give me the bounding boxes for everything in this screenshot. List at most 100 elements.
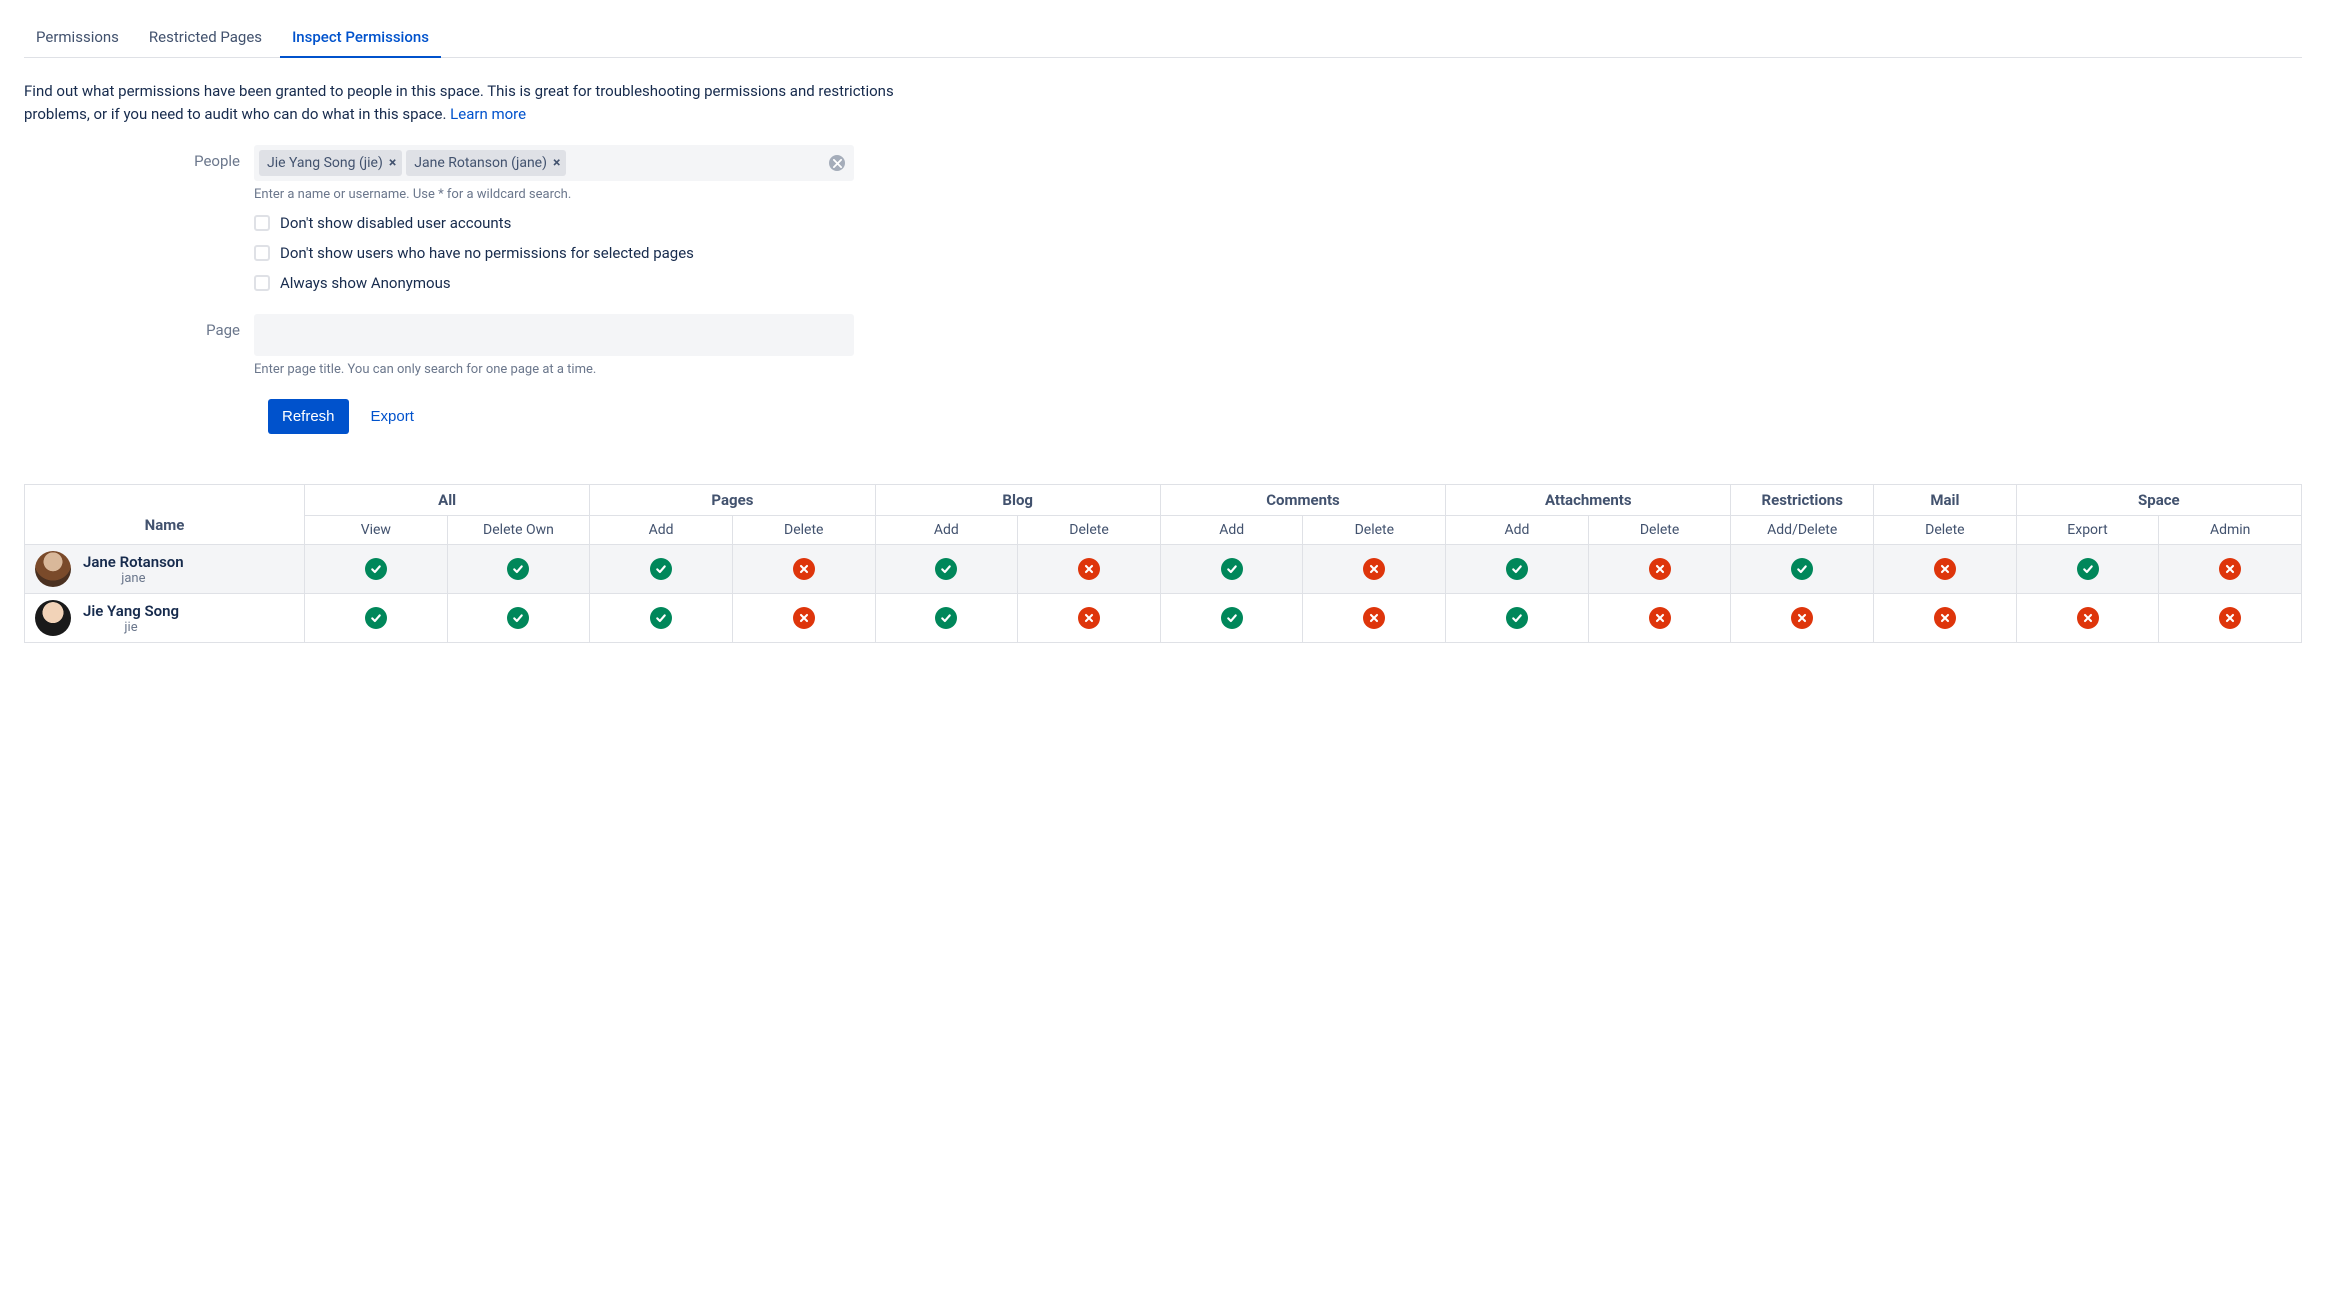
check-icon (365, 607, 387, 629)
cross-icon (1078, 607, 1100, 629)
user-username: jane (83, 571, 184, 586)
checkbox-row: Don't show users who have no permissions… (254, 244, 854, 262)
user-name: Jane Rotanson (83, 553, 184, 571)
check-icon (650, 558, 672, 580)
cross-icon (793, 558, 815, 580)
checkbox[interactable] (254, 215, 270, 231)
checkbox-label: Always show Anonymous (280, 274, 451, 292)
cross-icon (793, 607, 815, 629)
permission-cell (305, 545, 448, 594)
permission-cell (1874, 594, 2017, 643)
check-icon (650, 607, 672, 629)
col-sub-add: Add (590, 516, 733, 545)
col-sub-admin: Admin (2159, 516, 2302, 545)
permissions-table: NameAllPagesBlogCommentsAttachmentsRestr… (24, 484, 2302, 643)
col-sub-delete-own: Delete Own (447, 516, 590, 545)
col-group-mail: Mail (1874, 485, 2017, 516)
col-sub-delete: Delete (1303, 516, 1446, 545)
col-group-space: Space (2016, 485, 2301, 516)
permission-cell (2159, 594, 2302, 643)
col-header-name: Name (25, 485, 305, 545)
col-sub-delete: Delete (1018, 516, 1161, 545)
check-icon (1221, 558, 1243, 580)
check-icon (1506, 607, 1528, 629)
permission-cell (447, 594, 590, 643)
col-sub-delete: Delete (1874, 516, 2017, 545)
col-sub-add: Add (875, 516, 1018, 545)
permission-cell (875, 594, 1018, 643)
check-icon (365, 558, 387, 580)
people-input[interactable]: Jie Yang Song (jie)×Jane Rotanson (jane)… (254, 145, 854, 181)
permission-cell (1303, 545, 1446, 594)
permission-cell (732, 594, 875, 643)
col-sub-view: View (305, 516, 448, 545)
checkbox[interactable] (254, 275, 270, 291)
tab-inspect-permissions[interactable]: Inspect Permissions (280, 20, 441, 58)
permission-cell (2159, 545, 2302, 594)
col-sub-delete: Delete (732, 516, 875, 545)
col-group-blog: Blog (875, 485, 1160, 516)
permission-cell (1446, 545, 1589, 594)
avatar (35, 551, 71, 587)
cross-icon (1791, 607, 1813, 629)
cross-icon (2219, 558, 2241, 580)
permission-cell (875, 545, 1018, 594)
cross-icon (2219, 607, 2241, 629)
people-label: People (24, 145, 254, 170)
permission-cell (2016, 594, 2159, 643)
checkbox-label: Don't show users who have no permissions… (280, 244, 694, 262)
cross-icon (1934, 558, 1956, 580)
refresh-button[interactable]: Refresh (268, 399, 349, 434)
check-icon (507, 607, 529, 629)
permission-cell (1018, 545, 1161, 594)
col-group-comments: Comments (1160, 485, 1445, 516)
cross-icon (2077, 607, 2099, 629)
tab-permissions[interactable]: Permissions (24, 20, 131, 57)
permission-cell (305, 594, 448, 643)
check-icon (1506, 558, 1528, 580)
close-icon[interactable]: × (553, 155, 560, 171)
people-chip: Jane Rotanson (jane) × (406, 150, 566, 176)
permission-cell (1160, 594, 1303, 643)
page-input[interactable] (254, 314, 854, 356)
clear-all-icon[interactable] (829, 155, 845, 171)
page-label: Page (24, 314, 254, 339)
check-icon (507, 558, 529, 580)
permission-cell (1588, 594, 1731, 643)
permission-cell (2016, 545, 2159, 594)
tab-restricted-pages[interactable]: Restricted Pages (137, 20, 274, 57)
learn-more-link[interactable]: Learn more (450, 105, 526, 123)
user-username: jie (83, 620, 179, 635)
inspect-form: People Jie Yang Song (jie)×Jane Rotanson… (24, 145, 2302, 434)
checkbox[interactable] (254, 245, 270, 261)
permission-cell (1160, 545, 1303, 594)
check-icon (935, 558, 957, 580)
page-description: Find out what permissions have been gran… (24, 80, 904, 125)
cross-icon (1934, 607, 1956, 629)
table-row: Jane Rotansonjane (25, 545, 2302, 594)
user-cell: Jie Yang Songjie (25, 594, 305, 643)
avatar (35, 600, 71, 636)
cross-icon (1363, 558, 1385, 580)
check-icon (1791, 558, 1813, 580)
cross-icon (1649, 607, 1671, 629)
checkbox-row: Always show Anonymous (254, 274, 854, 292)
close-icon[interactable]: × (389, 155, 396, 171)
permission-cell (1018, 594, 1161, 643)
cross-icon (1078, 558, 1100, 580)
col-sub-add: Add (1160, 516, 1303, 545)
permission-cell (1874, 545, 2017, 594)
permission-cell (590, 594, 733, 643)
tabs: PermissionsRestricted PagesInspect Permi… (24, 20, 2302, 58)
col-group-pages: Pages (590, 485, 875, 516)
export-button[interactable]: Export (371, 408, 414, 425)
permission-cell (1588, 545, 1731, 594)
col-sub-add: Add (1446, 516, 1589, 545)
check-icon (1221, 607, 1243, 629)
cross-icon (1363, 607, 1385, 629)
chip-label: Jane Rotanson (jane) (414, 155, 547, 171)
col-sub-add-delete: Add/Delete (1731, 516, 1874, 545)
permission-cell (1731, 545, 1874, 594)
permission-cell (1446, 594, 1589, 643)
chip-label: Jie Yang Song (jie) (267, 155, 383, 171)
